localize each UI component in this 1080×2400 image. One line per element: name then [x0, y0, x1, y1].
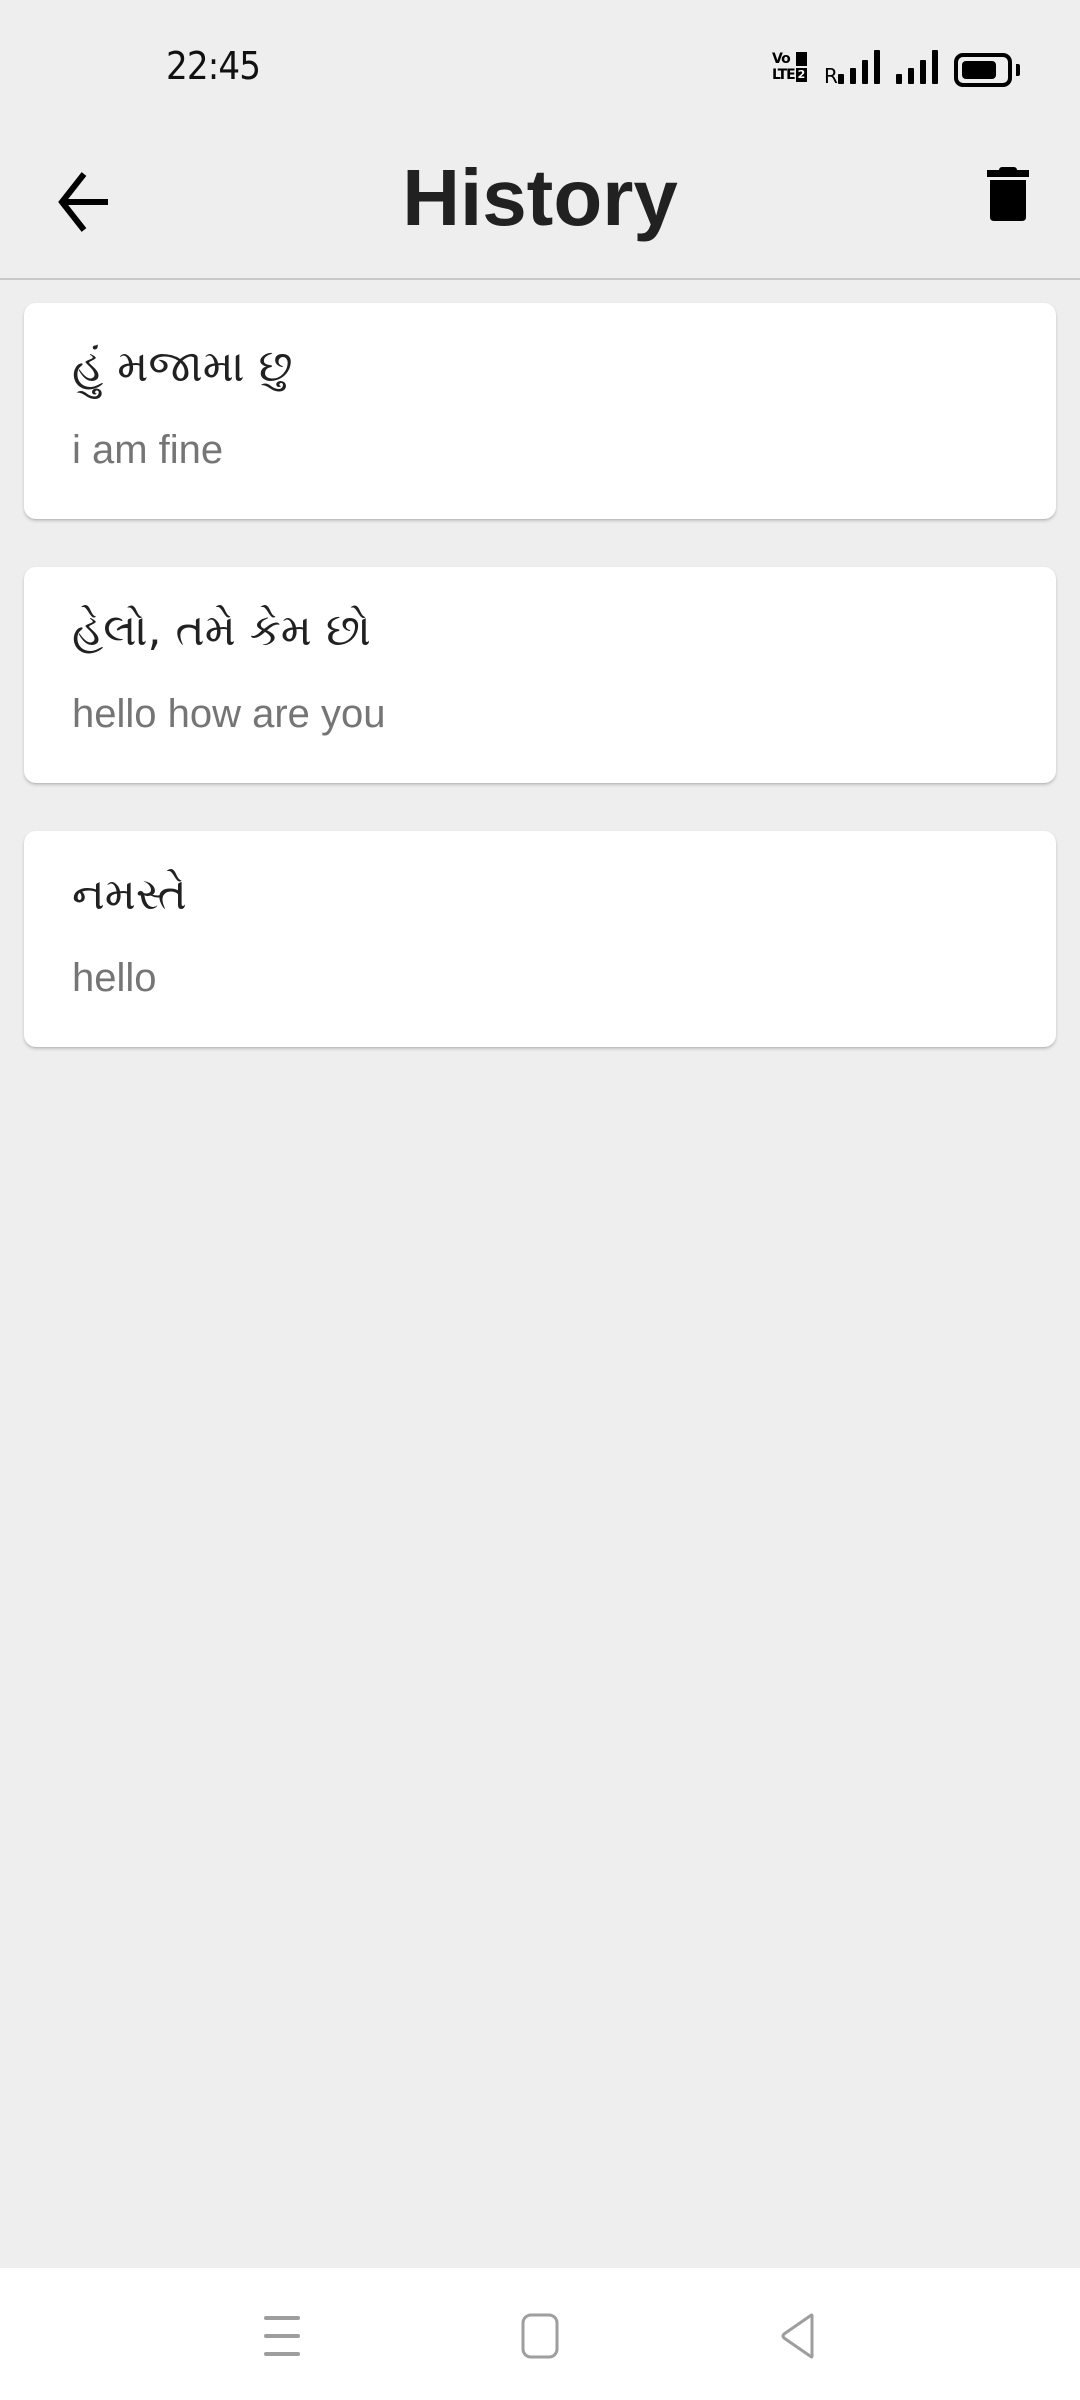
home-button[interactable]	[510, 2312, 570, 2360]
system-back-button[interactable]	[768, 2312, 828, 2360]
history-item-source-text: નમસ્તે	[72, 869, 187, 920]
history-item-translated-text: i am fine	[72, 428, 224, 472]
sim2-indicator: 2	[796, 68, 807, 82]
roaming-indicator: R	[824, 64, 838, 88]
signal-sim1-icon	[838, 50, 882, 84]
page-title: History	[402, 153, 678, 242]
history-item-translated-text: hello how are you	[72, 692, 386, 736]
history-item[interactable]: નમસ્તે hello	[24, 831, 1056, 1047]
delete-history-button[interactable]	[980, 162, 1036, 226]
battery-fill	[962, 61, 996, 79]
history-item[interactable]: હું મજામા છુ i am fine	[24, 303, 1056, 519]
battery-tip	[1016, 64, 1020, 76]
history-item[interactable]: હેલો, તમે કેમ છો hello how are you	[24, 567, 1056, 783]
system-nav-bar	[0, 2268, 1080, 2400]
volte-label-top: Vo	[772, 51, 791, 67]
app-bar: History	[0, 130, 1080, 280]
history-item-source-text: હેલો, તમે કેમ છો	[72, 605, 371, 656]
sim1-indicator	[796, 52, 807, 66]
menu-icon	[264, 2316, 300, 2356]
battery-icon	[954, 53, 1020, 87]
back-triangle-icon	[781, 2313, 814, 2359]
status-bar: 22:45 Vo LTE 2 R	[0, 0, 1080, 130]
recents-button[interactable]	[252, 2312, 312, 2360]
status-time: 22:45	[166, 44, 261, 88]
history-list: હું મજામા છુ i am fine હેલો, તમે કેમ છો …	[24, 303, 1056, 1095]
volte-label-bottom: LTE	[772, 67, 796, 83]
home-icon	[521, 2313, 559, 2359]
history-item-source-text: હું મજામા છુ	[72, 341, 293, 392]
history-item-translated-text: hello	[72, 956, 157, 1000]
signal-sim2-icon	[896, 50, 940, 84]
trash-icon	[987, 167, 1029, 221]
volte-icon: Vo LTE 2	[772, 52, 812, 84]
